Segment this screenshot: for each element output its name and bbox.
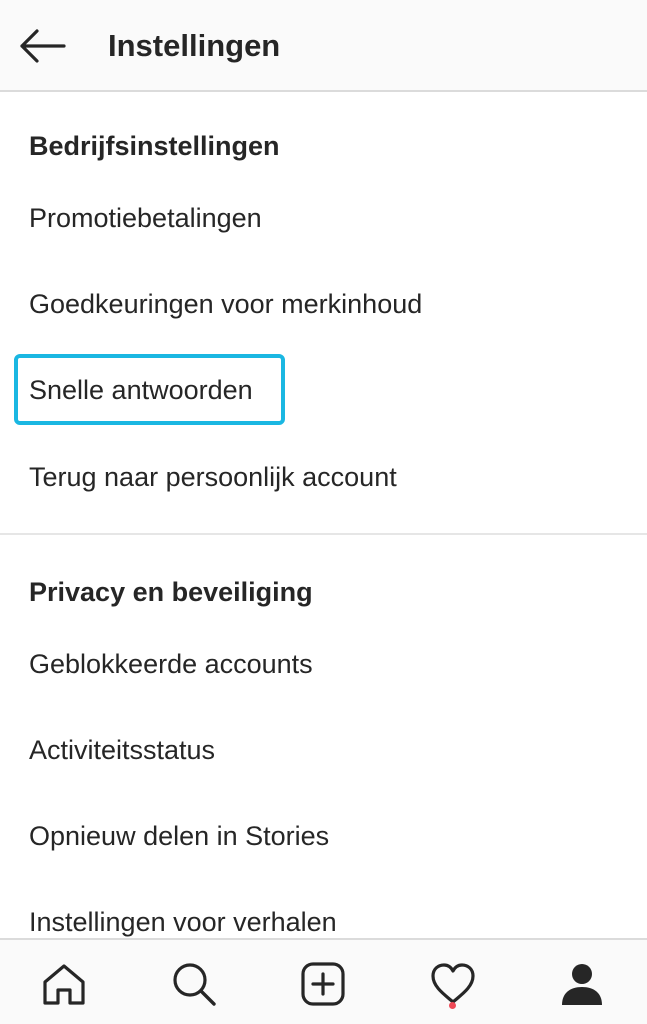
app-header: Instellingen xyxy=(0,0,647,92)
menu-item-reshare-to-stories[interactable]: Opnieuw delen in Stories xyxy=(29,820,329,852)
search-icon xyxy=(173,963,216,1006)
tab-home[interactable] xyxy=(40,960,88,1008)
page-title: Instellingen xyxy=(108,28,281,63)
section-divider xyxy=(0,533,647,535)
notification-dot xyxy=(449,1002,456,1009)
settings-screen: Instellingen Bedrijfsinstellingen Promot… xyxy=(0,0,647,1024)
menu-item-branded-content-approvals[interactable]: Goedkeuringen voor merkinhoud xyxy=(29,288,422,320)
menu-item-quick-replies[interactable]: Snelle antwoorden xyxy=(29,374,253,406)
menu-item-activity-status[interactable]: Activiteitsstatus xyxy=(29,734,215,766)
heart-icon xyxy=(431,963,475,1004)
menu-item-promotion-payments[interactable]: Promotiebetalingen xyxy=(29,202,262,234)
tab-search[interactable] xyxy=(170,960,218,1008)
add-post-icon xyxy=(301,962,345,1006)
tab-activity[interactable] xyxy=(429,960,477,1008)
tab-add-post[interactable] xyxy=(299,960,347,1008)
settings-list[interactable]: Bedrijfsinstellingen Promotiebetalingen … xyxy=(0,92,647,938)
section-heading-privacy: Privacy en beveiliging xyxy=(29,577,313,607)
profile-icon xyxy=(562,964,602,1005)
tab-profile[interactable] xyxy=(558,960,606,1008)
menu-item-story-settings[interactable]: Instellingen voor verhalen xyxy=(29,906,337,938)
section-heading-business: Bedrijfsinstellingen xyxy=(29,131,280,161)
menu-item-blocked-accounts[interactable]: Geblokkeerde accounts xyxy=(29,648,313,680)
arrow-left-icon xyxy=(20,29,66,63)
menu-item-switch-to-personal[interactable]: Terug naar persoonlijk account xyxy=(29,461,397,493)
home-icon xyxy=(43,964,85,1005)
bottom-tab-bar xyxy=(0,938,647,1024)
back-button[interactable] xyxy=(18,26,68,66)
